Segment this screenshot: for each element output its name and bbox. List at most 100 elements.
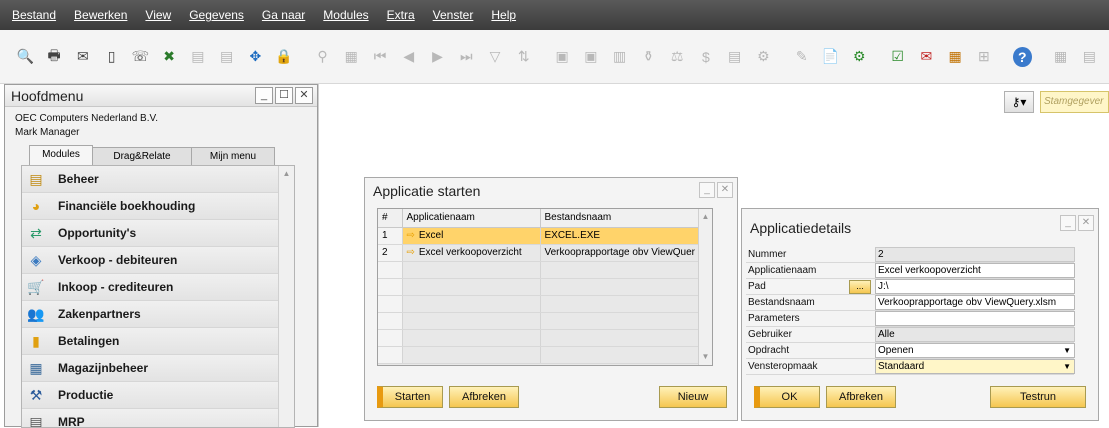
print-icon[interactable]: 🖶 [45,47,64,67]
testrun-button[interactable]: Testrun [990,386,1086,408]
table-row[interactable]: 2 ⇨ Excel verkoopoverzicht Verkooprapport… [378,244,704,262]
table-row[interactable]: 1 ⇨ Excel EXCEL.EXE [378,227,704,245]
minimize-icon[interactable]: _ [1060,215,1076,231]
tab-modules[interactable]: Modules [29,145,93,165]
label-parameters: Parameters [748,313,800,324]
menu-view[interactable]: View [145,8,171,22]
calendar-icon[interactable]: ▦ [946,47,965,67]
column-header-app-name[interactable]: Applicatienaam [402,209,541,228]
module-item-verkoop[interactable]: ◈ Verkoop - debiteuren [22,247,294,274]
finder-key-icon[interactable]: ⚷▾ [1004,91,1034,113]
menu-gegevens[interactable]: Gegevens [189,8,244,22]
command-select[interactable]: Openen ▼ [875,343,1075,358]
company-info: OEC Computers Nederland B.V. Mark Manage… [15,112,158,140]
currency-icon[interactable]: $ [697,47,716,67]
volume-weight-icon[interactable]: ⚖ [668,47,687,67]
settings-icon[interactable]: ⚙ [754,47,773,67]
label-file-name: Bestandsnaam [748,297,815,308]
grid-scrollbar[interactable]: ▲ ▼ [698,209,712,365]
alerts-icon[interactable]: ✉ [917,47,936,67]
target-document-icon[interactable]: ▣ [582,47,601,67]
export-word-icon[interactable]: ▤ [189,47,208,67]
parameters-field[interactable] [875,311,1075,326]
file-name-cell: Verkooprapportage obv ViewQuer [540,244,704,262]
first-record-icon[interactable]: ⏮ [371,47,390,67]
window-layout-select-value: Standaard [878,361,925,372]
find-icon[interactable]: ⚲ [313,47,332,67]
add-icon[interactable]: ▦ [342,47,361,67]
sms-icon[interactable]: ▯ [102,47,121,67]
minimize-icon[interactable]: _ [699,182,715,198]
module-item-magazijnbeheer[interactable]: ▦ Magazijnbeheer [22,355,294,382]
email-icon[interactable]: ✉ [74,47,93,67]
document-settings-icon[interactable]: 📄 [821,47,840,67]
edit-icon[interactable]: ✎ [792,47,811,67]
module-item-financiele-boekhouding[interactable]: ◕ Financiële boekhouding [22,193,294,220]
menu-bestand[interactable]: Bestand [12,8,56,22]
gross-profit-icon[interactable]: ▥ [610,47,629,67]
company-name: OEC Computers Nederland B.V. [15,113,159,124]
previous-record-icon[interactable]: ◀ [399,47,418,67]
chevron-down-icon[interactable]: ▼ [1063,360,1071,373]
tab-my-menu[interactable]: Mijn menu [191,147,275,165]
link-arrow-icon[interactable]: ⇨ [407,230,415,241]
module-list-scrollbar[interactable]: ▲ [278,166,294,427]
sort-icon[interactable]: ⇅ [514,47,533,67]
ok-button[interactable]: OK [754,386,820,408]
toolbar: 🔍 🖶 ✉ ▯ ☏ ✖ ▤ ▤ ✥ 🔒 ⚲ ▦ ⏮ ◀ ▶ ⏭ ▽ ⇅ ▣ ▣ … [0,30,1109,84]
export-pdf-icon[interactable]: ▤ [217,47,236,67]
module-item-betalingen[interactable]: ▮ Betalingen [22,328,294,355]
messages-icon[interactable]: ☑ [888,47,907,67]
chevron-down-icon[interactable]: ▼ [1063,344,1071,357]
filter-icon[interactable]: ▽ [486,47,505,67]
column-header-file-name[interactable]: Bestandsnaam [540,209,704,228]
finder-input[interactable]: Stamgegever [1040,91,1109,113]
app-name-field[interactable]: Excel verkoopoverzicht [875,263,1075,278]
close-icon[interactable]: ✕ [1078,215,1094,231]
module-item-productie[interactable]: ⚒ Productie [22,382,294,409]
print-preview-icon[interactable]: 🔍 [16,47,35,67]
form-settings-icon[interactable]: ⚙ [850,47,869,67]
launch-app-icon[interactable]: ✥ [246,47,265,67]
module-item-mrp[interactable]: ▤ MRP [22,409,294,427]
module-item-zakenpartners[interactable]: 👥 Zakenpartners [22,301,294,328]
module-item-inkoop[interactable]: 🛒 Inkoop - crediteuren [22,274,294,301]
module-item-opportunitys[interactable]: ⇄ Opportunity's [22,220,294,247]
start-button[interactable]: Starten [377,386,443,408]
export-excel-icon[interactable]: ✖ [160,47,179,67]
menu-help[interactable]: Help [491,8,516,22]
menu-ga-naar[interactable]: Ga naar [262,8,305,22]
link-arrow-icon[interactable]: ⇨ [407,247,415,258]
app-name-cell: Excel [418,230,444,241]
path-field[interactable]: J:\ [875,279,1075,294]
last-record-icon[interactable]: ⏭ [457,47,476,67]
maximize-icon[interactable]: ☐ [275,87,293,104]
browse-path-button[interactable]: ... [849,280,871,294]
file-name-field[interactable]: Verkooprapportage obv ViewQuery.xlsm [875,295,1075,310]
column-header-number[interactable]: # [378,209,403,228]
cancel-button[interactable]: Afbreken [826,386,896,408]
calculator-icon[interactable]: ▦ [1051,47,1070,67]
menu-venster[interactable]: Venster [433,8,474,22]
close-icon[interactable]: ✕ [717,182,733,198]
organization-icon[interactable]: ⊞ [975,47,994,67]
base-document-icon[interactable]: ▣ [553,47,572,67]
menu-modules[interactable]: Modules [323,8,368,22]
copy-icon[interactable]: ▤ [1080,47,1099,67]
tab-drag-relate[interactable]: Drag&Relate [92,147,192,165]
window-layout-select[interactable]: Standaard ▼ [875,359,1075,374]
new-button[interactable]: Nieuw [659,386,727,408]
journal-entry-icon[interactable]: ▤ [725,47,744,67]
cancel-button[interactable]: Afbreken [449,386,519,408]
lock-icon[interactable]: 🔒 [275,47,294,67]
help-icon[interactable]: ? [1012,46,1032,67]
payment-means-icon[interactable]: ⚱ [639,47,658,67]
app-details-window: Applicatiedetails _ ✕ Nummer 2 Applicati… [741,208,1099,421]
close-icon[interactable]: ✕ [295,87,313,104]
menu-extra[interactable]: Extra [387,8,415,22]
next-record-icon[interactable]: ▶ [428,47,447,67]
minimize-icon[interactable]: _ [255,87,273,104]
fax-icon[interactable]: ☏ [131,47,150,67]
menu-bewerken[interactable]: Bewerken [74,8,127,22]
module-item-beheer[interactable]: ▤ Beheer [22,166,294,193]
